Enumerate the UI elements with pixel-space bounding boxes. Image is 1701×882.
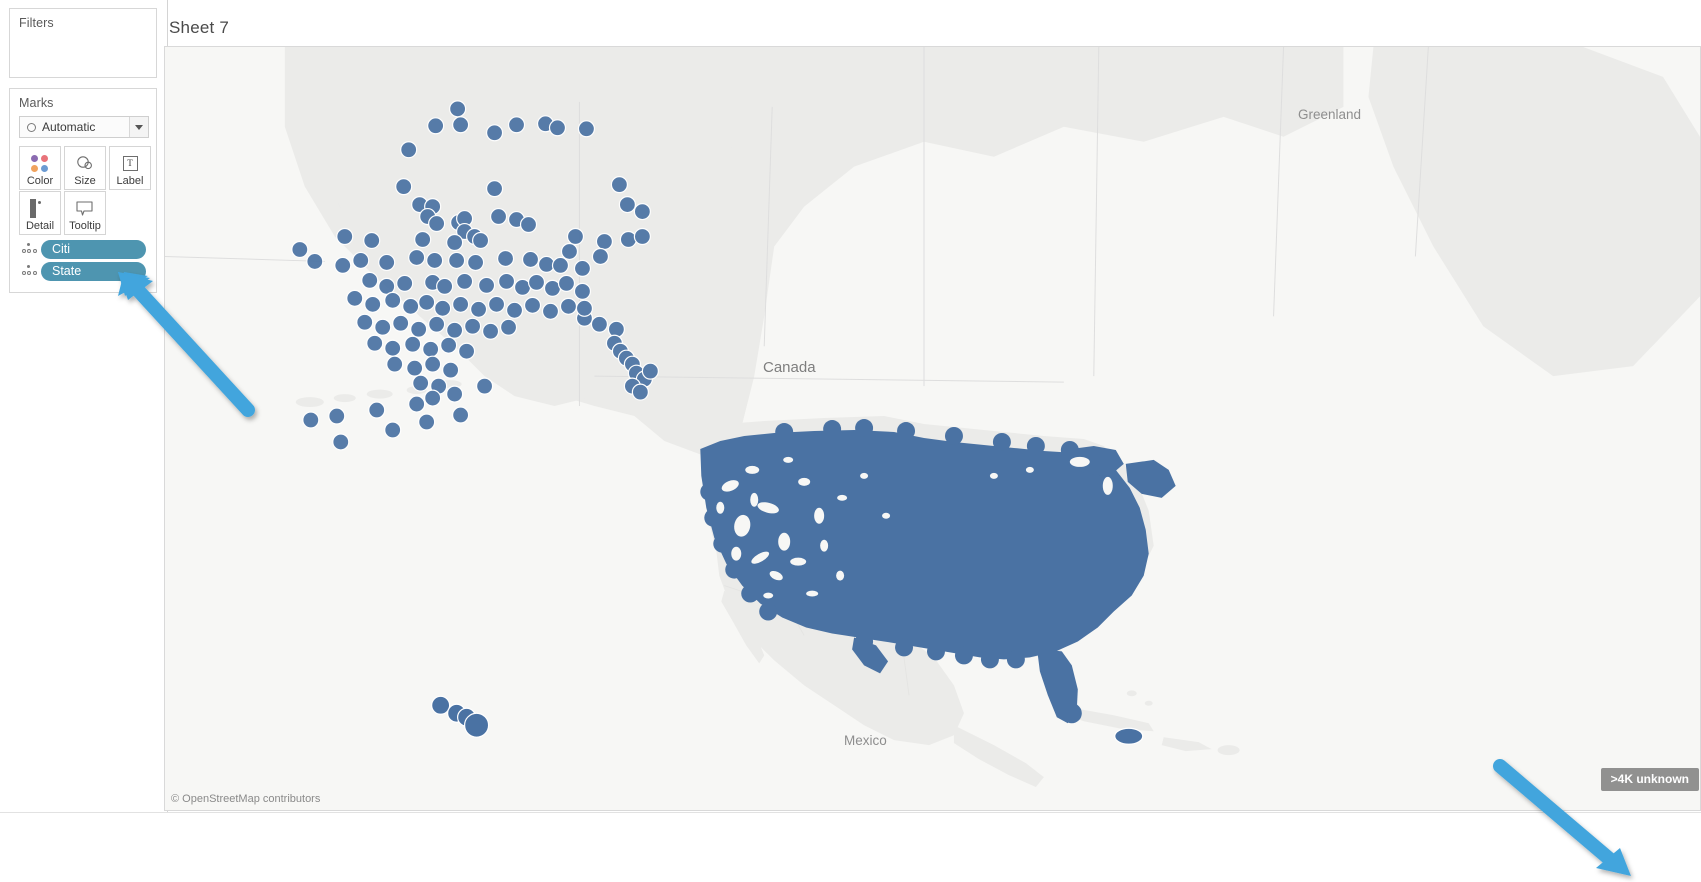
size-circles-icon <box>75 153 95 173</box>
map-label-canada: Canada <box>763 359 816 376</box>
mark-type-label: Automatic <box>42 120 96 134</box>
marks-tooltip-label: Tooltip <box>69 220 101 232</box>
detail-dots-icon <box>30 198 50 218</box>
marks-label-label: Label <box>116 175 144 187</box>
marks-color-label: Color <box>26 175 54 187</box>
label-t-icon: T <box>122 153 138 173</box>
filters-card-title: Filters <box>19 16 54 30</box>
tableau-worksheet-window: Filters Marks Automatic Color Size T Lab… <box>0 0 1701 882</box>
pill-label-city[interactable]: Citi <box>41 239 146 259</box>
openstreetmap-attribution: © OpenStreetMap contributors <box>171 793 321 805</box>
map-label-mexico: Mexico <box>844 733 887 748</box>
detail-dots-icon <box>19 263 39 279</box>
marks-sidebar: Filters Marks Automatic Color Size T Lab… <box>0 0 168 882</box>
map-label-greenland: Greenland <box>1298 107 1362 122</box>
pill-label-state[interactable]: State <box>41 261 146 281</box>
circle-outline-icon <box>20 122 42 132</box>
worksheet-bottom-strip <box>0 812 1701 882</box>
marks-pill-city[interactable]: Citi <box>19 239 146 259</box>
marks-size-button[interactable]: Size <box>64 146 106 190</box>
marks-pill-state[interactable]: State <box>19 261 146 281</box>
unknown-marks-badge[interactable]: >4K unknown <box>1600 768 1699 791</box>
marks-label-button[interactable]: T Label <box>109 146 151 190</box>
worksheet-area: Sheet 7 Greenland Canada Mexico © OpenSt… <box>164 0 1701 882</box>
marks-card-title: Marks <box>19 96 54 110</box>
marks-size-label: Size <box>74 175 96 187</box>
map-view[interactable]: Greenland Canada Mexico © OpenStreetMap … <box>164 46 1701 811</box>
marks-color-button[interactable]: Color <box>19 146 61 190</box>
tooltip-bubble-icon <box>75 198 95 218</box>
detail-dots-icon <box>19 241 39 257</box>
filters-card[interactable]: Filters <box>9 8 157 78</box>
marks-detail-button[interactable]: Detail <box>19 191 61 235</box>
sheet-title: Sheet 7 <box>169 18 230 37</box>
map-graphic[interactable] <box>165 47 1700 810</box>
color-dots-icon <box>31 153 49 173</box>
marks-tooltip-button[interactable]: Tooltip <box>64 191 106 235</box>
marks-card: Marks Automatic Color Size T Label Detai… <box>9 88 157 293</box>
marks-detail-label: Detail <box>25 220 55 232</box>
mark-type-dropdown[interactable]: Automatic <box>19 116 149 138</box>
chevron-down-icon[interactable] <box>129 117 148 137</box>
